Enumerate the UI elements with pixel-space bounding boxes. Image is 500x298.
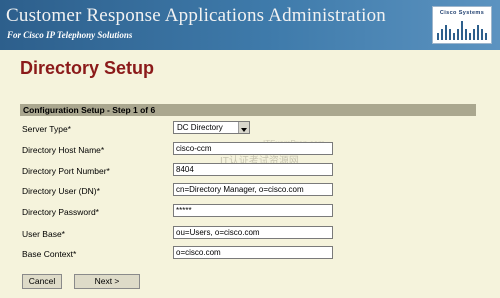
cisco-logo: Cisco Systems [432,6,492,44]
next-button[interactable]: Next > [74,274,140,289]
server-type-select[interactable]: DC Directory [173,121,250,134]
dropdown-arrow-icon[interactable] [238,122,249,133]
server-type-label: Server Type* [22,124,71,134]
step-label: Configuration Setup - Step 1 of 6 [23,105,156,115]
user-base-input[interactable]: ou=Users, o=cisco.com [173,226,333,239]
port-number-label: Directory Port Number* [22,166,110,176]
step-header: Configuration Setup - Step 1 of 6 [20,104,476,116]
logo-text: Cisco Systems [439,10,485,16]
server-type-value: DC Directory [177,123,223,132]
app-title: Customer Response Applications Administr… [6,5,387,26]
cancel-button[interactable]: Cancel [22,274,62,289]
password-label: Directory Password* [22,207,99,217]
host-name-label: Directory Host Name* [22,145,105,155]
password-input[interactable]: ***** [173,204,333,217]
port-number-input[interactable]: 8404 [173,163,333,176]
user-dn-label: Directory User (DN)* [22,186,100,196]
user-dn-input[interactable]: cn=Directory Manager, o=cisco.com [173,183,333,196]
host-name-input[interactable]: cisco-ccm [173,142,333,155]
app-subtitle: For Cisco IP Telephony Solutions [7,30,133,40]
cisco-bars-icon [437,21,487,40]
base-context-label: Base Context* [22,249,77,259]
base-context-input[interactable]: o=cisco.com [173,246,333,259]
app-banner: Customer Response Applications Administr… [0,0,500,50]
user-base-label: User Base* [22,229,65,239]
page-title: Directory Setup [20,58,155,78]
